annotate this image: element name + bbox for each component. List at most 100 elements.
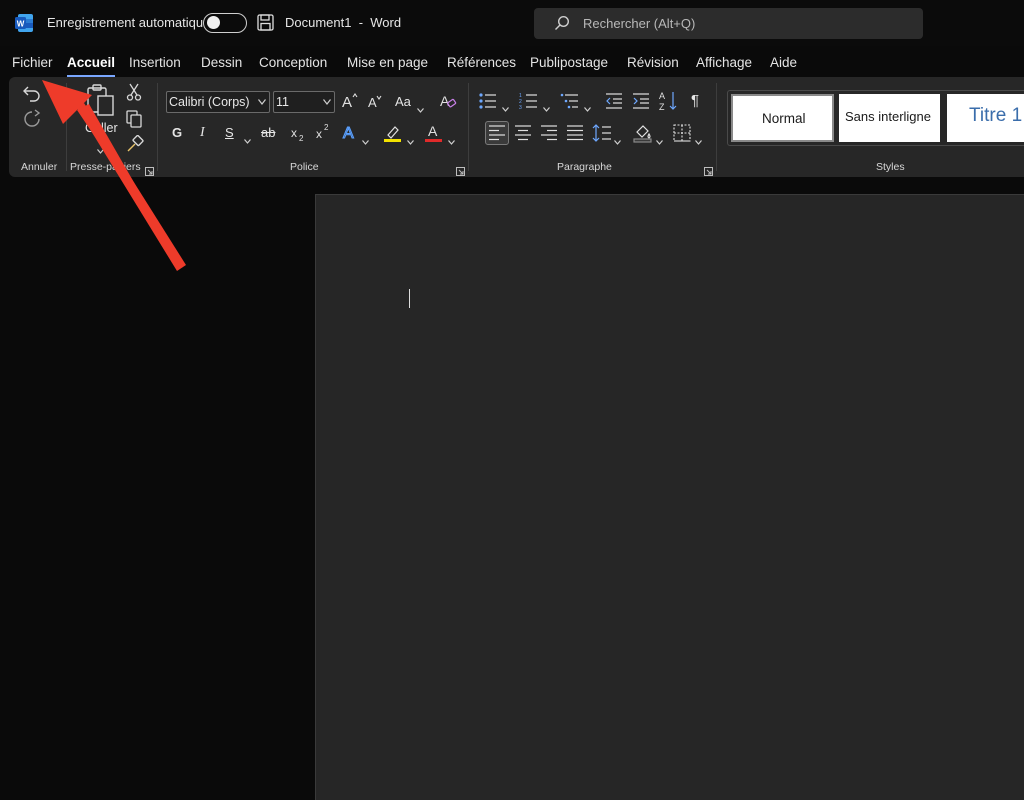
style-normal-label: Normal — [762, 111, 806, 126]
align-right-icon[interactable] — [540, 125, 558, 141]
autosave-toggle[interactable] — [203, 13, 247, 33]
paste-label[interactable]: Coller — [85, 121, 118, 135]
font-color-chevron-icon[interactable] — [448, 132, 455, 145]
line-spacing-icon[interactable] — [592, 124, 612, 142]
title-bar: W Enregistrement automatique Document1 -… — [0, 0, 1024, 46]
paragraph-launcher-icon[interactable] — [704, 163, 713, 176]
increase-indent-icon[interactable] — [632, 92, 650, 110]
document-page[interactable] — [315, 194, 1024, 800]
justify-icon[interactable] — [566, 125, 584, 141]
font-name-select[interactable]: Calibri (Corps) — [166, 91, 270, 113]
document-canvas — [0, 177, 1024, 800]
text-effects-chevron-icon[interactable] — [362, 132, 369, 145]
svg-text:A: A — [440, 93, 450, 109]
ribbon-home: Annuler Coller Presse-papiers Calibri (C… — [9, 77, 1024, 177]
font-launcher-icon[interactable] — [456, 163, 465, 176]
tab-conception[interactable]: Conception — [259, 55, 327, 70]
numbering-chevron-icon[interactable] — [543, 99, 550, 112]
tab-revision[interactable]: Révision — [627, 55, 679, 70]
font-color-icon[interactable]: A — [424, 123, 444, 143]
align-center-icon[interactable] — [514, 125, 532, 141]
multilevel-list-icon[interactable] — [560, 92, 580, 110]
shading-chevron-icon[interactable] — [656, 132, 663, 145]
decrease-indent-icon[interactable] — [605, 92, 623, 110]
ribbon-tabs: Fichier Accueil Insertion Dessin Concept… — [0, 48, 1024, 77]
tab-aide[interactable]: Aide — [770, 55, 797, 70]
font-name-value: Calibri (Corps) — [169, 95, 250, 109]
borders-chevron-icon[interactable] — [695, 132, 702, 145]
bullets-icon[interactable] — [478, 92, 498, 110]
tab-dessin[interactable]: Dessin — [201, 55, 242, 70]
svg-text:A: A — [343, 125, 354, 141]
word-window: W Enregistrement automatique Document1 -… — [0, 0, 1024, 800]
font-size-value: 11 — [276, 95, 289, 109]
font-size-select[interactable]: 11 — [273, 91, 335, 113]
copy-icon[interactable] — [126, 110, 142, 128]
numbering-icon[interactable]: 1 2 3 — [519, 92, 539, 110]
line-spacing-chevron-icon[interactable] — [614, 132, 621, 145]
style-titre-1[interactable]: Titre 1 — [947, 94, 1024, 142]
tab-insertion[interactable]: Insertion — [129, 55, 181, 70]
style-titre-1-label: Titre 1 — [969, 105, 1023, 126]
underline-chevron-icon[interactable] — [244, 131, 251, 144]
chevron-down-icon — [258, 99, 266, 105]
shrink-font-icon[interactable]: A — [367, 94, 383, 110]
search-box[interactable]: Rechercher (Alt+Q) — [534, 8, 923, 39]
clipboard-launcher-icon[interactable] — [145, 163, 154, 176]
multilevel-chevron-icon[interactable] — [584, 99, 591, 112]
shading-icon[interactable] — [633, 123, 653, 143]
cut-icon[interactable] — [126, 83, 142, 101]
text-cursor — [409, 289, 410, 308]
borders-icon[interactable] — [673, 124, 691, 142]
subscript-icon[interactable]: x2 — [290, 125, 306, 143]
highlight-chevron-icon[interactable] — [407, 132, 414, 145]
group-label-presse-papiers: Presse-papiers — [70, 161, 141, 173]
paste-dropdown-chevron-icon[interactable] — [97, 141, 104, 154]
style-sans-interligne[interactable]: Sans interligne — [839, 94, 940, 142]
superscript-icon[interactable]: x2 — [315, 123, 331, 141]
style-sans-interligne-label: Sans interligne — [845, 109, 931, 124]
sort-icon[interactable]: A Z — [659, 90, 679, 112]
underline-button[interactable]: S — [225, 125, 234, 140]
grow-font-icon[interactable]: A — [341, 92, 359, 110]
tab-mise-en-page[interactable]: Mise en page — [347, 55, 428, 70]
document-title: Document1 - Word — [285, 15, 402, 30]
clear-formatting-icon[interactable]: A — [439, 92, 457, 110]
tab-publipostage[interactable]: Publipostage — [530, 55, 608, 70]
group-label-styles: Styles — [876, 161, 905, 173]
undo-icon[interactable] — [22, 83, 42, 103]
style-normal[interactable]: Normal — [731, 94, 834, 142]
align-left-icon[interactable] — [488, 125, 506, 141]
group-label-paragraphe: Paragraphe — [557, 161, 612, 173]
format-painter-icon[interactable] — [126, 135, 144, 153]
word-logo-icon[interactable]: W — [14, 13, 34, 33]
chevron-down-icon — [323, 99, 331, 105]
separator — [468, 83, 469, 171]
text-effects-icon[interactable]: A — [342, 123, 360, 141]
change-case-chevron-icon[interactable] — [417, 100, 424, 113]
svg-text:A: A — [428, 123, 438, 139]
tab-fichier[interactable]: Fichier — [12, 55, 53, 70]
group-label-police: Police — [290, 161, 319, 173]
highlight-color-icon[interactable] — [383, 123, 403, 143]
svg-text:2: 2 — [324, 123, 329, 132]
tab-affichage[interactable]: Affichage — [696, 55, 752, 70]
svg-text:A: A — [659, 91, 665, 101]
svg-text:2: 2 — [299, 134, 304, 143]
tab-accueil[interactable]: Accueil — [67, 55, 116, 77]
show-formatting-icon[interactable]: ¶ — [691, 92, 699, 109]
paste-icon[interactable] — [86, 83, 116, 117]
bold-button[interactable]: G — [172, 125, 182, 140]
autosave-label: Enregistrement automatique — [47, 15, 211, 30]
tab-references[interactable]: Références — [447, 55, 516, 70]
redo-icon[interactable] — [22, 109, 42, 129]
change-case-button[interactable]: Aa — [395, 94, 411, 109]
separator — [716, 83, 717, 171]
search-icon — [554, 15, 570, 31]
svg-text:Z: Z — [659, 102, 665, 112]
save-icon[interactable] — [257, 14, 274, 31]
strikethrough-button[interactable]: ab — [261, 125, 275, 140]
bullets-chevron-icon[interactable] — [502, 99, 509, 112]
group-label-annuler: Annuler — [21, 161, 58, 173]
italic-button[interactable]: I — [200, 125, 205, 141]
